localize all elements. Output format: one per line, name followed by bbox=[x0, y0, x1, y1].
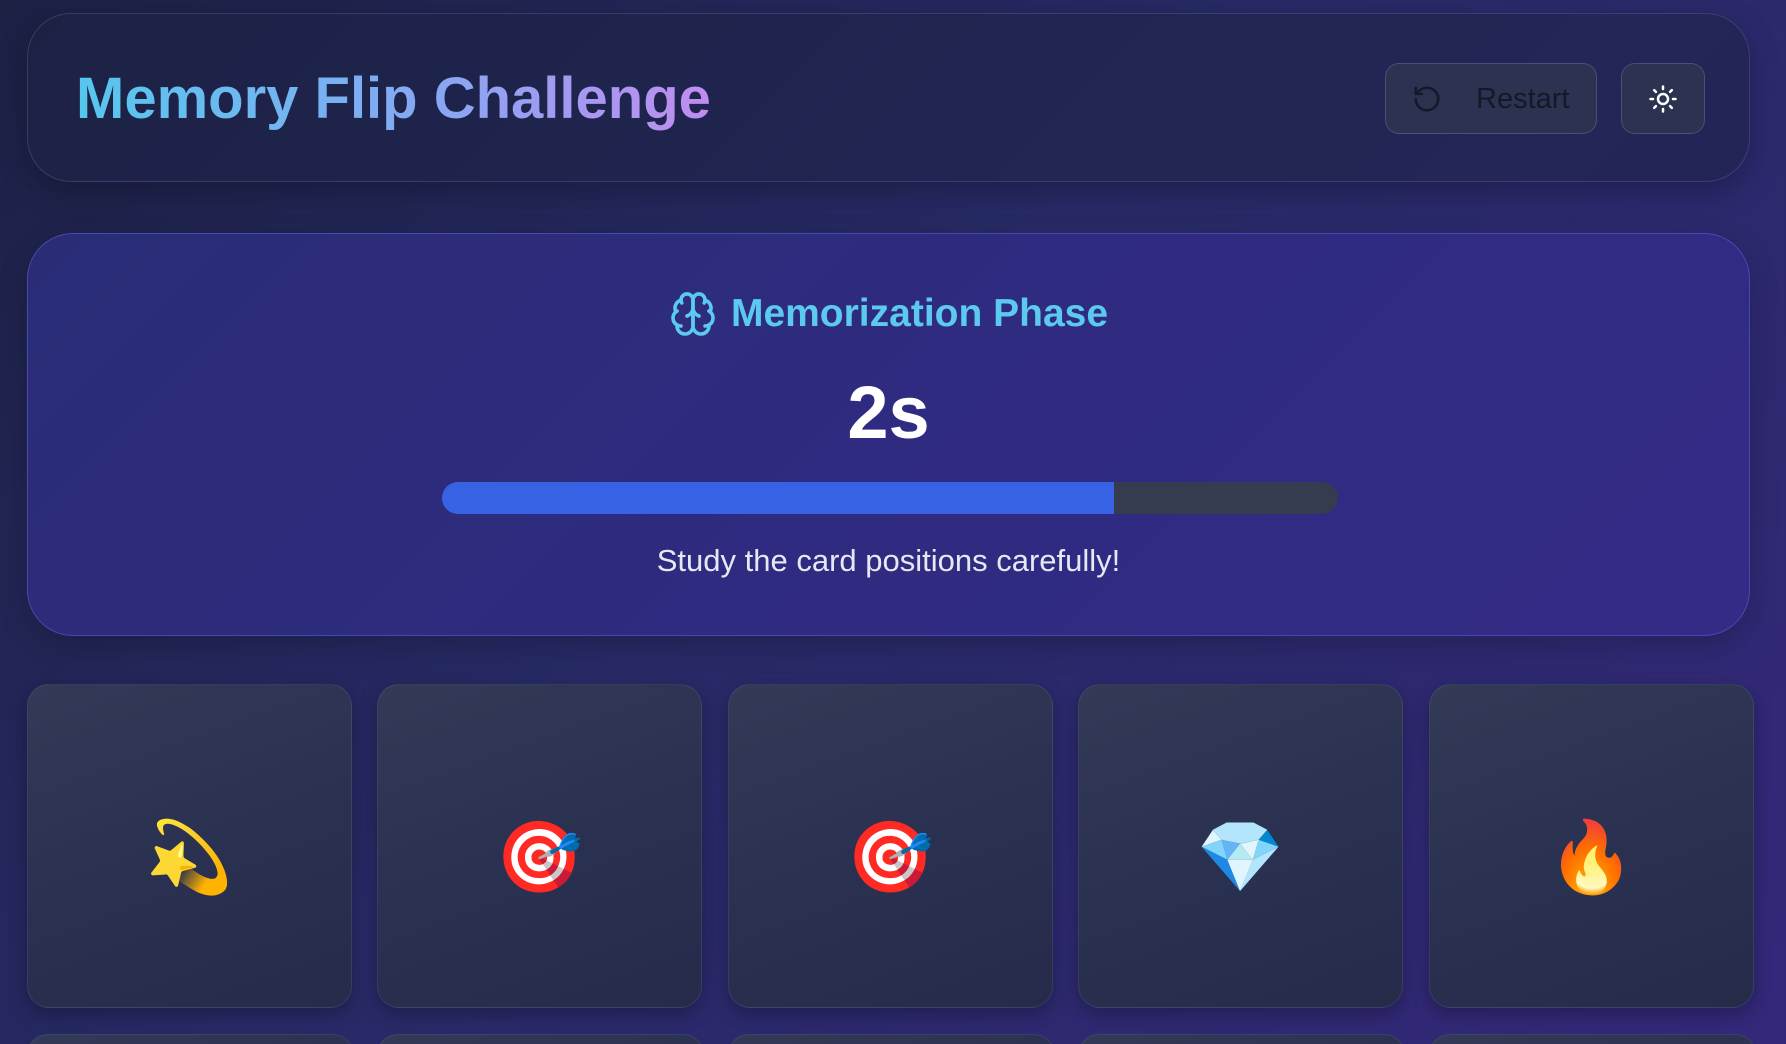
countdown-timer: 2s bbox=[847, 371, 930, 454]
sun-icon bbox=[1649, 85, 1677, 113]
diamond-icon: 💎 bbox=[1196, 818, 1285, 896]
app-header: Memory Flip Challenge Restart bbox=[27, 13, 1750, 182]
phase-hint: Study the card positions carefully! bbox=[656, 543, 1121, 578]
theme-toggle-button[interactable] bbox=[1621, 63, 1705, 134]
progress-fill bbox=[442, 482, 1114, 514]
memory-card[interactable] bbox=[27, 1034, 354, 1044]
fire-icon: 🔥 bbox=[1547, 818, 1636, 896]
memory-card[interactable]: 💎 bbox=[1078, 684, 1403, 1008]
memory-card[interactable] bbox=[728, 1034, 1055, 1044]
memory-card[interactable]: 🎯 bbox=[728, 684, 1053, 1008]
memorization-panel: Memorization Phase 2s Study the card pos… bbox=[27, 233, 1750, 636]
brain-icon bbox=[671, 292, 715, 336]
memory-card[interactable]: 🔥 bbox=[1429, 684, 1754, 1008]
memory-card[interactable] bbox=[377, 1034, 704, 1044]
memory-card[interactable] bbox=[1429, 1034, 1756, 1044]
memory-card[interactable]: 🎯 bbox=[377, 684, 702, 1008]
memorize-progress-bar bbox=[442, 482, 1338, 514]
phase-heading: Memorization Phase bbox=[28, 288, 1749, 340]
phase-title: Memorization Phase bbox=[730, 292, 1109, 335]
memory-card[interactable]: 💫 bbox=[27, 684, 352, 1008]
target-icon: 🎯 bbox=[495, 818, 584, 896]
sparkle-star-icon: 💫 bbox=[145, 818, 234, 896]
restart-button[interactable]: Restart bbox=[1385, 63, 1597, 134]
restart-label: Restart bbox=[1476, 83, 1570, 115]
page-title: Memory Flip Challenge bbox=[76, 64, 711, 134]
memory-card[interactable] bbox=[1078, 1034, 1405, 1044]
rotate-ccw-icon bbox=[1414, 86, 1440, 112]
target-icon: 🎯 bbox=[846, 818, 935, 896]
